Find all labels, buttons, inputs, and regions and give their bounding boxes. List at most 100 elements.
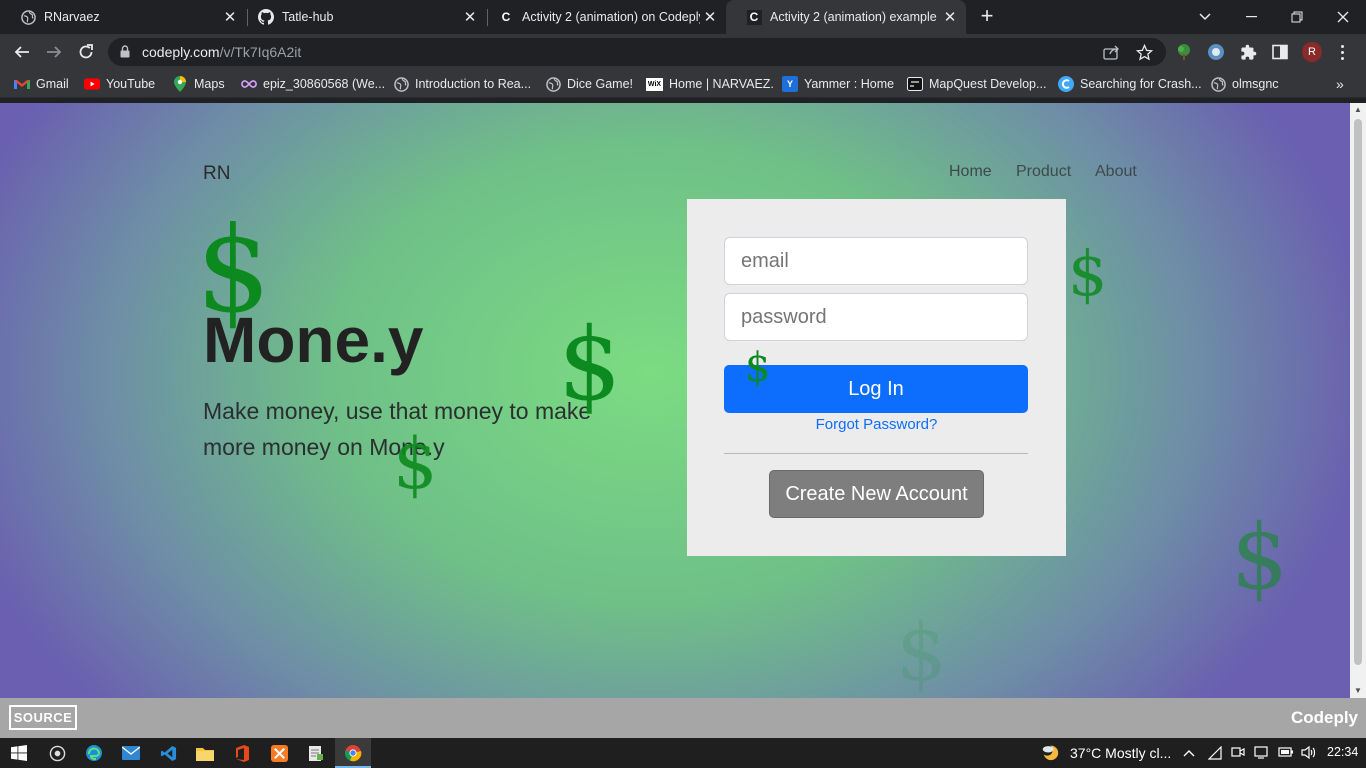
scrollbar-thumb[interactable] [1354, 119, 1362, 665]
bookmark-dice-game[interactable]: Dice Game! [545, 74, 633, 94]
chrome-icon[interactable] [343, 743, 363, 763]
dollar-sign-decoration: $ [1231, 505, 1289, 610]
codeply-logo[interactable]: Codeply [1291, 708, 1358, 728]
restore-button[interactable] [1274, 0, 1320, 34]
reload-button[interactable] [73, 39, 99, 65]
address-bar[interactable]: codeply.com/v/Tk7Iq6A2it [108, 38, 1166, 66]
forgot-password-link[interactable]: Forgot Password? [687, 416, 1066, 433]
mail-icon[interactable] [121, 743, 141, 763]
battery-icon[interactable] [1278, 746, 1294, 760]
page-viewport: RN Home Product About Mone.y Make money,… [0, 103, 1350, 698]
windows-start-icon[interactable] [9, 743, 29, 763]
bookmark-maps[interactable]: Maps [172, 74, 225, 94]
yammer-icon: Y [782, 76, 798, 92]
bookmark-label: Yammer : Home [804, 77, 895, 91]
tab-tatle-hub[interactable]: Tatle-hub ✕ [238, 0, 486, 34]
circle-extension-icon[interactable] [1206, 42, 1226, 62]
close-window-button[interactable] [1320, 0, 1366, 34]
tab-codeply-activity[interactable]: C Activity 2 (animation) on Codeply ✕ [478, 0, 726, 34]
maps-icon [172, 76, 188, 92]
camera-app-icon[interactable] [47, 743, 67, 763]
volume-icon[interactable] [1301, 745, 1316, 762]
infinity-icon [241, 76, 257, 92]
taskbar-clock[interactable]: 22:34 [1327, 745, 1358, 759]
bookmark-label: Dice Game! [567, 77, 633, 91]
weather-text[interactable]: 37°C Mostly cl... [1070, 745, 1171, 761]
dollar-sign-decoration: $ [896, 606, 947, 698]
c-icon [1058, 76, 1074, 92]
bookmark-label: MapQuest Develop... [929, 77, 1047, 91]
share-icon[interactable] [1102, 43, 1120, 61]
bookmark-epiz[interactable]: epiz_30860568 (We... [241, 74, 385, 94]
tab-rnarvaez[interactable]: RNarvaez ✕ [0, 0, 246, 34]
bookmark-intro-react[interactable]: Introduction to Rea... [393, 74, 531, 94]
notepad-icon[interactable] [306, 743, 326, 763]
tab-title: Tatle-hub [282, 10, 334, 24]
bookmark-crash[interactable]: Searching for Crash... [1058, 74, 1202, 94]
tab-title: Activity 2 (animation) example on [770, 10, 940, 24]
bookmarks-bar: Gmail YouTube Maps epiz_30860568 (We... … [0, 70, 1366, 98]
youtube-icon [84, 76, 100, 92]
forward-button[interactable] [41, 39, 67, 65]
meet-camera-icon[interactable] [1231, 746, 1245, 761]
password-input[interactable] [724, 293, 1028, 341]
tab-search-icon[interactable] [1182, 0, 1228, 34]
back-button[interactable] [9, 39, 35, 65]
puzzle-extensions-icon[interactable] [1238, 42, 1258, 62]
nav-link-about[interactable]: About [1095, 163, 1137, 181]
bookmark-youtube[interactable]: YouTube [84, 74, 155, 94]
sidepanel-icon[interactable] [1270, 42, 1290, 62]
nav-link-home[interactable]: Home [949, 163, 992, 181]
mapquest-icon [907, 76, 923, 92]
navbar-brand[interactable]: RN [203, 163, 230, 185]
bookmark-yammer[interactable]: Y Yammer : Home [782, 74, 894, 94]
bookmark-gmail[interactable]: Gmail [14, 74, 69, 94]
tab-title: RNarvaez [44, 10, 100, 24]
display-icon[interactable] [1254, 746, 1268, 762]
tab-codeply-example[interactable]: C Activity 2 (animation) example on ✕ [726, 0, 966, 34]
bookmark-narvaez[interactable]: WiX Home | NARVAEZ. [646, 74, 774, 94]
office-icon[interactable] [232, 743, 252, 763]
scroll-down-icon[interactable]: ▼ [1350, 684, 1366, 698]
page-scrollbar[interactable]: ▲ ▼ [1350, 103, 1366, 698]
lock-icon [120, 45, 130, 63]
codeply-icon: C [498, 9, 514, 25]
create-account-button[interactable]: Create New Account [769, 470, 984, 518]
globe-icon [545, 76, 561, 92]
xampp-icon[interactable] [269, 743, 289, 763]
chevron-more-icon[interactable]: » [1336, 76, 1344, 92]
login-card: Log In Forgot Password? Create New Accou… [687, 199, 1066, 556]
codeply-footer: SOURCE Codeply [0, 698, 1366, 738]
nav-link-product[interactable]: Product [1016, 163, 1071, 181]
windows-taskbar: 37°C Mostly cl... 22:34 [0, 738, 1366, 768]
close-icon[interactable]: ✕ [940, 7, 960, 27]
new-tab-button[interactable]: + [976, 5, 998, 28]
globe-icon [1210, 76, 1226, 92]
edge-icon[interactable] [84, 743, 104, 763]
bookmark-star-icon[interactable] [1135, 43, 1153, 61]
codeply-icon: C [746, 9, 762, 25]
bookmark-mapquest[interactable]: MapQuest Develop... [907, 74, 1046, 94]
close-icon[interactable]: ✕ [460, 7, 480, 27]
tray-chevron-up-icon[interactable] [1183, 746, 1195, 760]
wix-icon: WiX [646, 77, 663, 91]
menu-dots-icon[interactable] [1334, 42, 1350, 62]
browser-tab-strip: RNarvaez ✕ Tatle-hub ✕ C Activity 2 (ani… [0, 0, 1366, 34]
tree-extension-icon[interactable] [1174, 42, 1194, 62]
email-input[interactable] [724, 237, 1028, 285]
close-icon[interactable]: ✕ [220, 7, 240, 27]
bookmark-label: olmsgnc [1232, 77, 1279, 91]
url-path: /v/Tk7Iq6A2it [219, 44, 302, 60]
close-icon[interactable]: ✕ [700, 7, 720, 27]
vscode-icon[interactable] [158, 743, 178, 763]
network-icon[interactable] [1207, 745, 1222, 763]
source-button[interactable]: SOURCE [9, 705, 77, 730]
profile-avatar[interactable]: R [1302, 42, 1322, 62]
url-host: codeply.com [142, 44, 220, 60]
scroll-up-icon[interactable]: ▲ [1350, 103, 1366, 117]
browser-toolbar: codeply.com/v/Tk7Iq6A2it R [0, 34, 1366, 70]
file-explorer-icon[interactable] [195, 743, 215, 763]
bookmark-olmsgnc[interactable]: olmsgnc [1210, 74, 1279, 94]
minimize-button[interactable] [1228, 0, 1274, 34]
weather-icon[interactable] [1040, 742, 1060, 762]
